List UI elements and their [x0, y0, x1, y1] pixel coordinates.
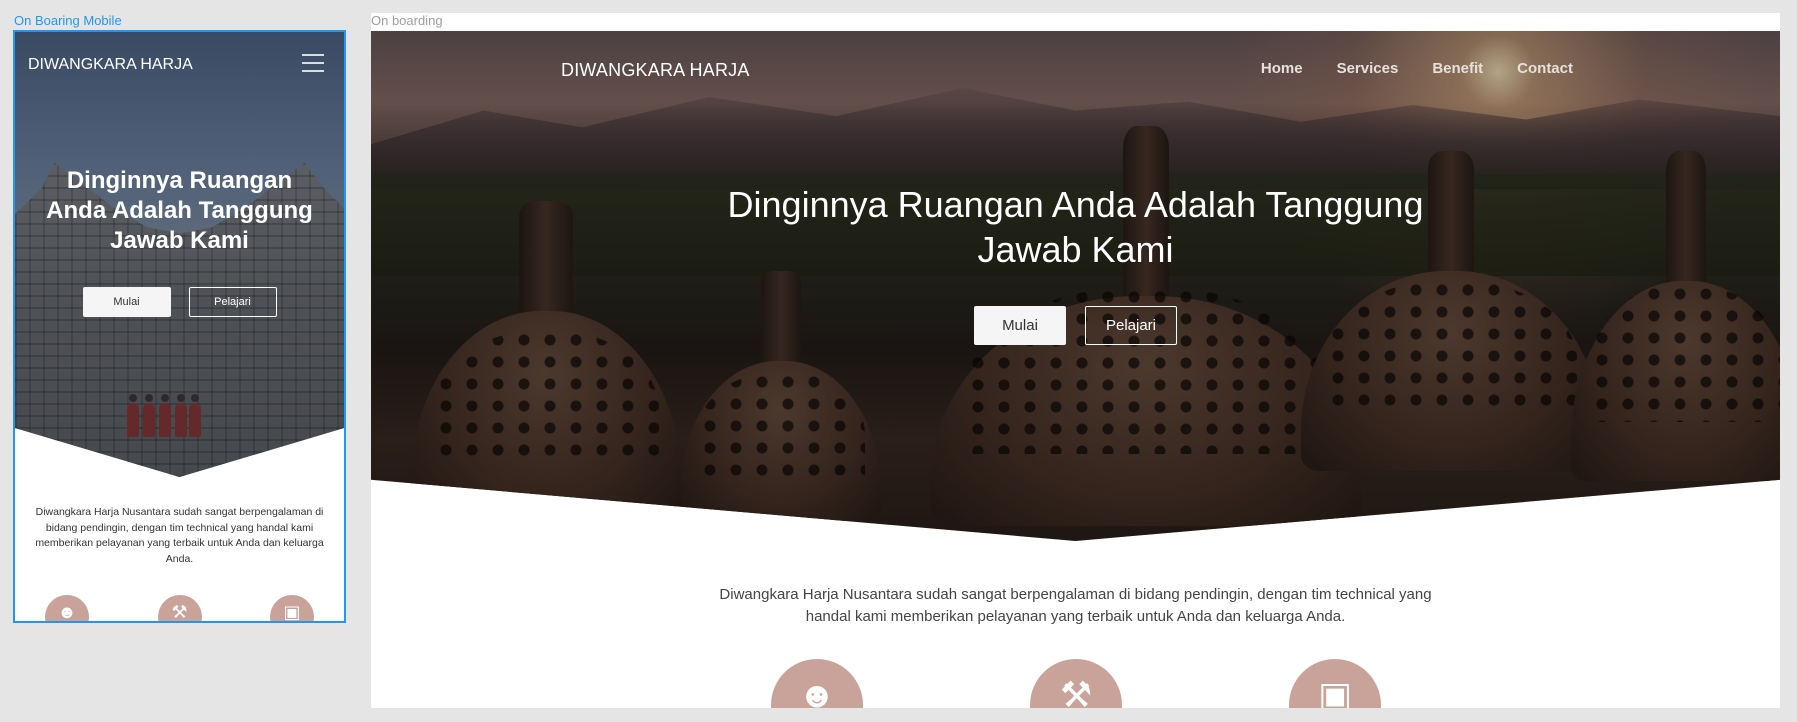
nav-contact[interactable]: Contact: [1517, 60, 1573, 77]
mobile-feature-list: ☻ ⚒ ▣: [45, 595, 314, 622]
feature-user-plus: ☻: [771, 659, 863, 708]
frame-label-mobile[interactable]: On Boaring Mobile: [14, 13, 122, 28]
mobile-feature-toolbox: ▣: [270, 595, 314, 622]
toolbox-icon: ▣: [283, 602, 301, 622]
mobile-mulai-button[interactable]: Mulai: [82, 287, 171, 317]
desktop-nav: Home Services Benefit Contact: [1261, 60, 1573, 77]
user-plus-icon: ☻: [798, 674, 836, 709]
tools-icon: ⚒: [171, 602, 188, 622]
desktop-hero-title: Dinginnya Ruangan Anda Adalah Tanggung J…: [371, 182, 1780, 272]
mobile-hero-title: Dinginnya Ruangan Anda Adalah Tanggung J…: [46, 167, 313, 254]
mobile-hero-actions: Mulai Pelajari: [15, 287, 344, 317]
desktop-feature-list: ☻ ⚒ ▣: [771, 659, 1381, 708]
tools-icon: ⚒: [1059, 674, 1093, 709]
nav-services[interactable]: Services: [1337, 60, 1399, 77]
desktop-onboarding-frame[interactable]: DIWANGKARA HARJA Home Services Benefit C…: [371, 31, 1780, 708]
desktop-brand[interactable]: DIWANGKARA HARJA: [561, 60, 750, 81]
toolbox-icon: ▣: [1317, 674, 1352, 709]
nav-home[interactable]: Home: [1261, 60, 1303, 77]
mobile-intro-text: Diwangkara Harja Nusantara sudah sangat …: [35, 506, 324, 565]
mobile-onboarding-frame[interactable]: DIWANGKARA HARJA Dinginnya Ruangan Anda …: [13, 30, 346, 623]
desktop-hero: DIWANGKARA HARJA Home Services Benefit C…: [371, 31, 1780, 541]
mobile-hero: DIWANGKARA HARJA Dinginnya Ruangan Anda …: [15, 32, 344, 477]
user-plus-icon: ☻: [57, 602, 77, 622]
mulai-button[interactable]: Mulai: [974, 306, 1066, 345]
mobile-feature-tools: ⚒: [157, 595, 202, 622]
mobile-brand[interactable]: DIWANGKARA HARJA: [28, 56, 193, 74]
desktop-intro-text: Diwangkara Harja Nusantara sudah sangat …: [719, 586, 1432, 625]
feature-tools: ⚒: [1030, 659, 1122, 708]
mobile-pelajari-button[interactable]: Pelajari: [188, 287, 277, 317]
hero-title-line-2: Jawab Kami: [977, 229, 1174, 270]
pelajari-button[interactable]: Pelajari: [1085, 306, 1177, 345]
desktop-hero-actions: Mulai Pelajari: [371, 306, 1780, 345]
mobile-feature-user-plus: ☻: [45, 595, 89, 622]
hero-title-line-1: Dinginnya Ruangan Anda Adalah Tanggung: [727, 184, 1424, 225]
feature-toolbox: ▣: [1289, 659, 1381, 708]
nav-benefit[interactable]: Benefit: [1432, 60, 1483, 77]
desktop-intro: Diwangkara Harja Nusantara sudah sangat …: [371, 584, 1780, 628]
hamburger-menu-icon[interactable]: [302, 54, 324, 72]
